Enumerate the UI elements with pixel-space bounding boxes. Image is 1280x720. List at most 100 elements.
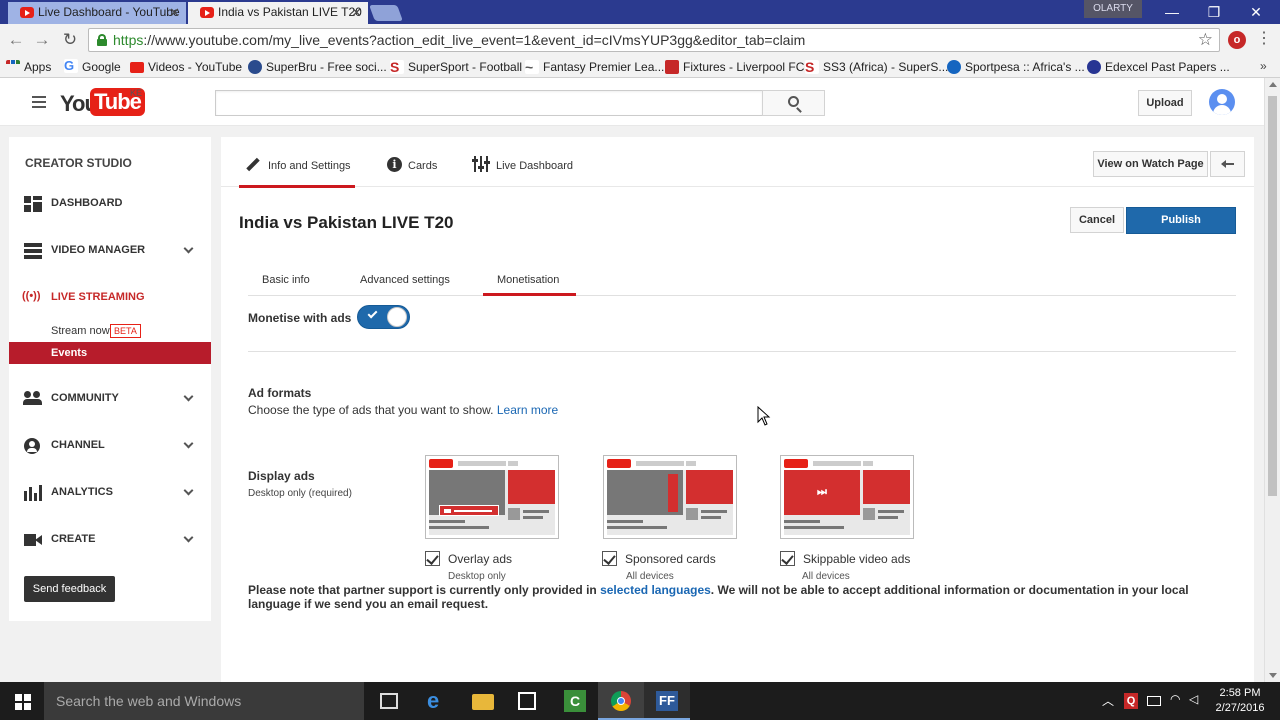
monetise-toggle[interactable] — [357, 305, 410, 329]
reload-icon[interactable]: ↻ — [60, 30, 80, 50]
close-window-icon[interactable]: ✕ — [1234, 2, 1278, 22]
sidebar-item-live-streaming[interactable]: ((•)) LIVE STREAMING — [9, 282, 211, 312]
chevron-down-icon — [183, 243, 194, 254]
browser-tab-india-vs-pakistan[interactable]: India vs Pakistan LIVE T20 ✕ — [188, 2, 368, 24]
scroll-thumb[interactable] — [1268, 96, 1277, 496]
fantasy-premier-league-icon: ~ — [525, 60, 539, 74]
sidebar-item-analytics[interactable]: ANALYTICS — [9, 477, 211, 507]
extension-icon[interactable]: o — [1228, 31, 1246, 49]
skippable-video-ads-checkbox[interactable] — [780, 551, 795, 566]
sidebar-item-channel[interactable]: CHANNEL — [9, 430, 211, 460]
store-icon[interactable] — [518, 692, 536, 710]
bookmark-sportpesa[interactable]: Sportpesa :: Africa's ... — [947, 59, 1085, 75]
scroll-up-icon[interactable] — [1269, 82, 1277, 87]
camtasia-icon[interactable]: C — [564, 690, 586, 712]
bookmark-ss3-africa[interactable]: S SS3 (Africa) - SuperS... — [805, 59, 948, 75]
wifi-icon[interactable]: ◠ — [1170, 692, 1180, 706]
tab-info-and-settings[interactable]: Info and Settings — [239, 137, 355, 188]
display-ads-label: Display ads — [248, 469, 315, 483]
cancel-button[interactable]: Cancel — [1070, 207, 1124, 233]
new-tab-button[interactable] — [369, 5, 403, 21]
chrome-center-icon — [617, 697, 625, 705]
ff-taskbar-button[interactable]: FF — [644, 682, 690, 720]
ad-formats-title: Ad formats — [248, 386, 312, 400]
mouse-cursor-icon — [757, 406, 771, 426]
sidebar-subitem-events[interactable]: Events — [9, 342, 211, 364]
sidebar-item-community[interactable]: COMMUNITY — [9, 383, 211, 413]
lock-icon — [97, 34, 107, 46]
address-bar[interactable]: https://www.youtube.com/my_live_events?a… — [88, 28, 1220, 52]
scroll-down-icon[interactable] — [1269, 673, 1277, 678]
chrome-menu-icon[interactable]: ⋮ — [1256, 31, 1272, 49]
task-view-icon[interactable] — [380, 693, 398, 709]
skippable-video-ads-sublabel: All devices — [802, 571, 850, 582]
event-editor-panel: Info and Settings i Cards Live Dashboard… — [221, 137, 1254, 682]
minimize-icon[interactable]: — — [1150, 2, 1194, 22]
forward-arrow-icon[interactable]: → — [32, 30, 52, 50]
restore-icon[interactable]: ❐ — [1192, 2, 1236, 22]
hamburger-menu-icon[interactable] — [32, 96, 46, 108]
skippable-video-ads-illustration: ⏭ — [780, 455, 914, 539]
avatar[interactable] — [1209, 89, 1235, 115]
browser-tab-live-dashboard[interactable]: Live Dashboard - YouTube ✕ — [8, 2, 186, 24]
overlay-ads-illustration — [425, 455, 559, 539]
bookmark-apps[interactable]: Apps — [6, 59, 51, 75]
close-tab-icon[interactable]: ✕ — [351, 2, 362, 23]
pencil-icon — [246, 158, 260, 172]
publish-button[interactable]: Publish — [1126, 207, 1236, 234]
edge-icon[interactable]: e — [427, 690, 449, 712]
taskbar-clock[interactable]: 2:58 PM 2/27/2016 — [1212, 686, 1268, 716]
back-button[interactable] — [1210, 151, 1245, 177]
send-feedback-button[interactable]: Send feedback — [24, 576, 115, 602]
file-explorer-icon[interactable] — [472, 694, 494, 710]
page-scrollbar[interactable] — [1264, 78, 1280, 682]
toggle-knob — [387, 307, 407, 327]
chrome-taskbar-button[interactable] — [598, 682, 644, 720]
chevron-down-icon — [183, 438, 194, 449]
bookmark-fantasy-premier-league[interactable]: ~ Fantasy Premier Lea... — [525, 59, 664, 75]
learn-more-link[interactable]: Learn more — [497, 403, 558, 417]
tab-cards[interactable]: i Cards — [387, 137, 447, 187]
bookmark-supersport[interactable]: S SuperSport - Football — [390, 59, 522, 75]
view-on-watch-page-button[interactable]: View on Watch Page — [1093, 151, 1208, 177]
ff-app-icon: FF — [656, 691, 678, 711]
more-bookmarks-icon[interactable]: » — [1260, 59, 1267, 73]
bookmark-star-icon[interactable]: ☆ — [1198, 30, 1213, 50]
bookmark-videos-youtube[interactable]: Videos - YouTube — [130, 59, 242, 75]
tab-monetisation[interactable]: Monetisation — [483, 270, 576, 296]
selected-languages-link[interactable]: selected languages — [600, 583, 711, 597]
sidebar-subitem-stream-now[interactable]: Stream now BETA — [9, 320, 211, 342]
sidebar-item-video-manager[interactable]: VIDEO MANAGER — [9, 235, 211, 265]
liverpool-icon — [665, 60, 679, 74]
taskbar-search-input[interactable]: Search the web and Windows — [44, 682, 364, 720]
search-input[interactable] — [215, 90, 763, 116]
tray-app-icon[interactable]: Q — [1124, 693, 1138, 709]
profile-badge[interactable]: OLARTY — [1084, 0, 1142, 18]
settings-sub-tabs: Basic info Advanced settings Monetisatio… — [248, 270, 1236, 296]
sponsored-cards-sublabel: All devices — [626, 571, 674, 582]
bookmark-fixtures-liverpool[interactable]: Fixtures - Liverpool FC — [665, 59, 804, 75]
tab-live-dashboard[interactable]: Live Dashboard — [472, 137, 583, 187]
upload-button[interactable]: Upload — [1138, 90, 1192, 116]
windows-start-icon[interactable] — [15, 694, 31, 710]
bookmark-edexcel[interactable]: Edexcel Past Papers ... — [1087, 59, 1230, 75]
supersport-icon: S — [805, 60, 819, 74]
bookmark-google[interactable]: G Google — [64, 59, 121, 75]
close-tab-icon[interactable]: ✕ — [169, 2, 180, 23]
community-icon — [23, 391, 42, 407]
sidebar-item-create[interactable]: CREATE — [9, 524, 211, 554]
battery-icon[interactable] — [1147, 696, 1161, 706]
sidebar-item-dashboard[interactable]: DASHBOARD — [9, 188, 211, 218]
search-button[interactable] — [762, 90, 825, 116]
tab-title: India vs Pakistan LIVE T20 — [218, 5, 362, 19]
chevron-down-icon — [183, 532, 194, 543]
back-arrow-icon[interactable]: ← — [6, 30, 26, 50]
volume-icon[interactable]: ◁ — [1189, 692, 1198, 706]
tab-basic-info[interactable]: Basic info — [262, 270, 312, 296]
tab-advanced-settings[interactable]: Advanced settings — [360, 270, 450, 296]
tab-title: Live Dashboard - YouTube — [38, 5, 180, 19]
sponsored-cards-checkbox[interactable] — [602, 551, 617, 566]
bookmark-superbru[interactable]: SuperBru - Free soci... — [248, 59, 387, 75]
overlay-ads-checkbox[interactable] — [425, 551, 440, 566]
tray-chevron-up-icon[interactable]: ︿ — [1102, 692, 1114, 709]
